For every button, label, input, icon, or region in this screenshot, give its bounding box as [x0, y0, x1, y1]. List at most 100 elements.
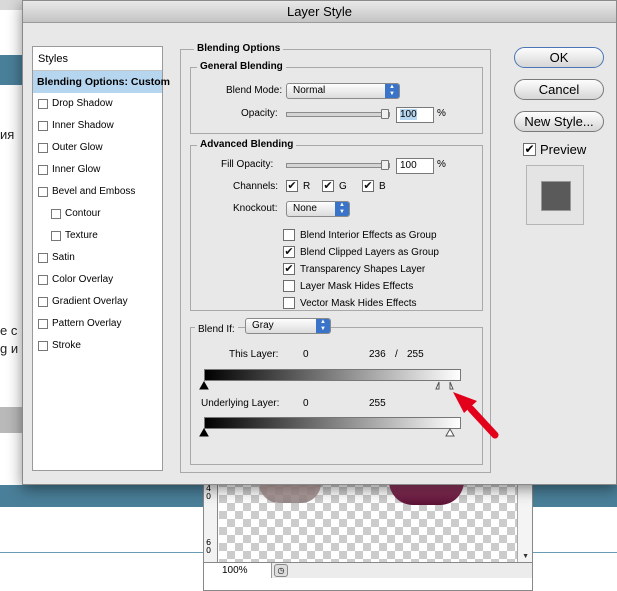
advanced-option-checkbox[interactable]	[283, 229, 295, 241]
fill-opacity-field[interactable]: 100	[396, 158, 434, 174]
advanced-option-checkbox[interactable]: ✔	[283, 263, 295, 275]
style-checkbox[interactable]	[38, 319, 48, 329]
fill-opacity-slider-handle[interactable]	[381, 160, 389, 170]
channel-b-label: B	[379, 181, 386, 192]
this-layer-high-value-a: 236	[369, 349, 386, 360]
ruler-mark: 0	[206, 546, 212, 555]
opacity-slider[interactable]	[286, 112, 390, 117]
opacity-unit: %	[437, 108, 446, 119]
section-title: Blending Options	[194, 43, 284, 54]
dropdown-arrows-icon: ▲ ▼	[385, 84, 399, 98]
style-checkbox[interactable]	[38, 253, 48, 263]
style-item[interactable]: Inner Glow	[33, 159, 162, 181]
style-checkbox[interactable]	[38, 99, 48, 109]
preview-label: Preview	[540, 142, 587, 157]
ruler-mark: 0	[206, 492, 212, 501]
this-layer-gradient	[204, 369, 461, 381]
style-item-label: Color Overlay	[52, 274, 114, 285]
this-layer-white-handle-right[interactable]	[449, 381, 454, 390]
background-text: е с	[0, 323, 18, 338]
channels-label: Channels:	[233, 181, 279, 192]
this-layer-slash: /	[395, 349, 398, 360]
style-item[interactable]: Color Overlay	[33, 269, 162, 291]
ok-button[interactable]: OK	[514, 47, 604, 68]
knockout-dropdown[interactable]: None ▲ ▼	[286, 201, 350, 217]
style-checkbox[interactable]	[38, 121, 48, 131]
style-item[interactable]: Pattern Overlay	[33, 313, 162, 335]
style-item-label: Contour	[65, 208, 101, 219]
style-checkbox[interactable]	[51, 209, 61, 219]
advanced-option-label: Blend Interior Effects as Group	[300, 230, 437, 241]
advanced-option-label: Blend Clipped Layers as Group	[300, 247, 439, 258]
advanced-option-checkbox[interactable]: ✔	[283, 246, 295, 258]
style-item-label: Inner Glow	[52, 164, 101, 175]
group-title: General Blending	[197, 61, 286, 72]
this-layer-white-handle-left[interactable]	[435, 381, 440, 390]
dialog-title: Layer Style	[23, 1, 616, 23]
style-item[interactable]: Stroke	[33, 335, 162, 357]
channel-g-label: G	[339, 181, 347, 192]
styles-list: Styles Blending Options: Custom Drop Shad…	[32, 46, 170, 471]
style-item[interactable]: Blending Options: Custom	[33, 71, 170, 93]
style-item-label: Pattern Overlay	[52, 318, 122, 329]
zoom-field[interactable]: 100%	[204, 563, 272, 578]
new-style-button[interactable]: New Style...	[514, 111, 604, 132]
general-blending-group: General Blending Blend Mode: Normal ▲ ▼ O…	[190, 61, 483, 134]
knockout-value: None	[293, 203, 317, 214]
channel-b-checkbox[interactable]: ✔	[362, 180, 374, 192]
fill-opacity-slider[interactable]	[286, 163, 390, 168]
style-item[interactable]: Contour	[33, 203, 162, 225]
style-item[interactable]: Gradient Overlay	[33, 291, 162, 313]
style-item[interactable]: Inner Shadow	[33, 115, 162, 137]
style-item-label: Texture	[65, 230, 98, 241]
style-checkbox[interactable]	[51, 231, 61, 241]
opacity-field[interactable]: 100	[396, 107, 434, 123]
advanced-option-checkbox[interactable]	[283, 280, 295, 292]
style-item[interactable]: Drop Shadow	[33, 93, 162, 115]
blend-if-label: Blend If:	[195, 324, 238, 335]
knockout-label: Knockout:	[233, 203, 278, 214]
style-item-label: Inner Shadow	[52, 120, 114, 131]
style-checkbox[interactable]	[38, 165, 48, 175]
dropdown-arrows-icon: ▲ ▼	[316, 319, 330, 333]
preview-checkbox[interactable]: ✔	[523, 143, 536, 156]
blend-if-dropdown[interactable]: Gray ▲ ▼	[245, 318, 331, 334]
background-text: g и	[0, 341, 19, 356]
style-checkbox[interactable]	[38, 297, 48, 307]
channel-r-checkbox[interactable]: ✔	[286, 180, 298, 192]
opacity-slider-handle[interactable]	[381, 109, 389, 119]
style-item[interactable]: Outer Glow	[33, 137, 162, 159]
blend-mode-label: Blend Mode:	[226, 85, 283, 96]
style-item[interactable]: Texture	[33, 225, 162, 247]
scroll-down-icon[interactable]: ▼	[522, 553, 529, 560]
advanced-option-checkbox[interactable]	[283, 297, 295, 309]
blending-options-panel: Blending Options General Blending Blend …	[180, 43, 491, 473]
background-text: ия	[0, 127, 15, 142]
group-title: Advanced Blending	[197, 139, 297, 150]
style-checkbox[interactable]	[38, 143, 48, 153]
channel-g-checkbox[interactable]: ✔	[322, 180, 334, 192]
underlying-high-value: 255	[369, 398, 386, 409]
blend-mode-dropdown[interactable]: Normal ▲ ▼	[286, 83, 400, 99]
cancel-button[interactable]: Cancel	[514, 79, 604, 100]
underlying-slider-handles	[199, 428, 455, 437]
style-checkbox[interactable]	[38, 341, 48, 351]
style-checkbox[interactable]	[38, 275, 48, 285]
advanced-option-label: Layer Mask Hides Effects	[300, 281, 414, 292]
blend-mode-value: Normal	[293, 85, 326, 96]
navigator-icon[interactable]: ◷	[274, 564, 288, 577]
document-status-bar: 100% ◷	[204, 562, 532, 578]
style-item[interactable]: Bevel and Emboss	[33, 181, 162, 203]
layer-style-dialog: Layer Style Styles Blending Options: Cus…	[22, 0, 617, 485]
styles-header[interactable]: Styles	[33, 47, 162, 71]
underlying-low-value: 0	[303, 398, 309, 409]
style-checkbox[interactable]	[38, 187, 48, 197]
fill-opacity-label: Fill Opacity:	[221, 159, 274, 170]
style-item[interactable]: Satin	[33, 247, 162, 269]
advanced-blending-group: Advanced Blending Fill Opacity: 100 % Ch…	[190, 139, 483, 311]
this-layer-black-handle[interactable]	[199, 381, 209, 390]
this-layer-high-value-b: 255	[407, 349, 424, 360]
underlying-black-handle[interactable]	[199, 428, 209, 437]
this-layer-low-value: 0	[303, 349, 309, 360]
channel-r-label: R	[303, 181, 311, 192]
